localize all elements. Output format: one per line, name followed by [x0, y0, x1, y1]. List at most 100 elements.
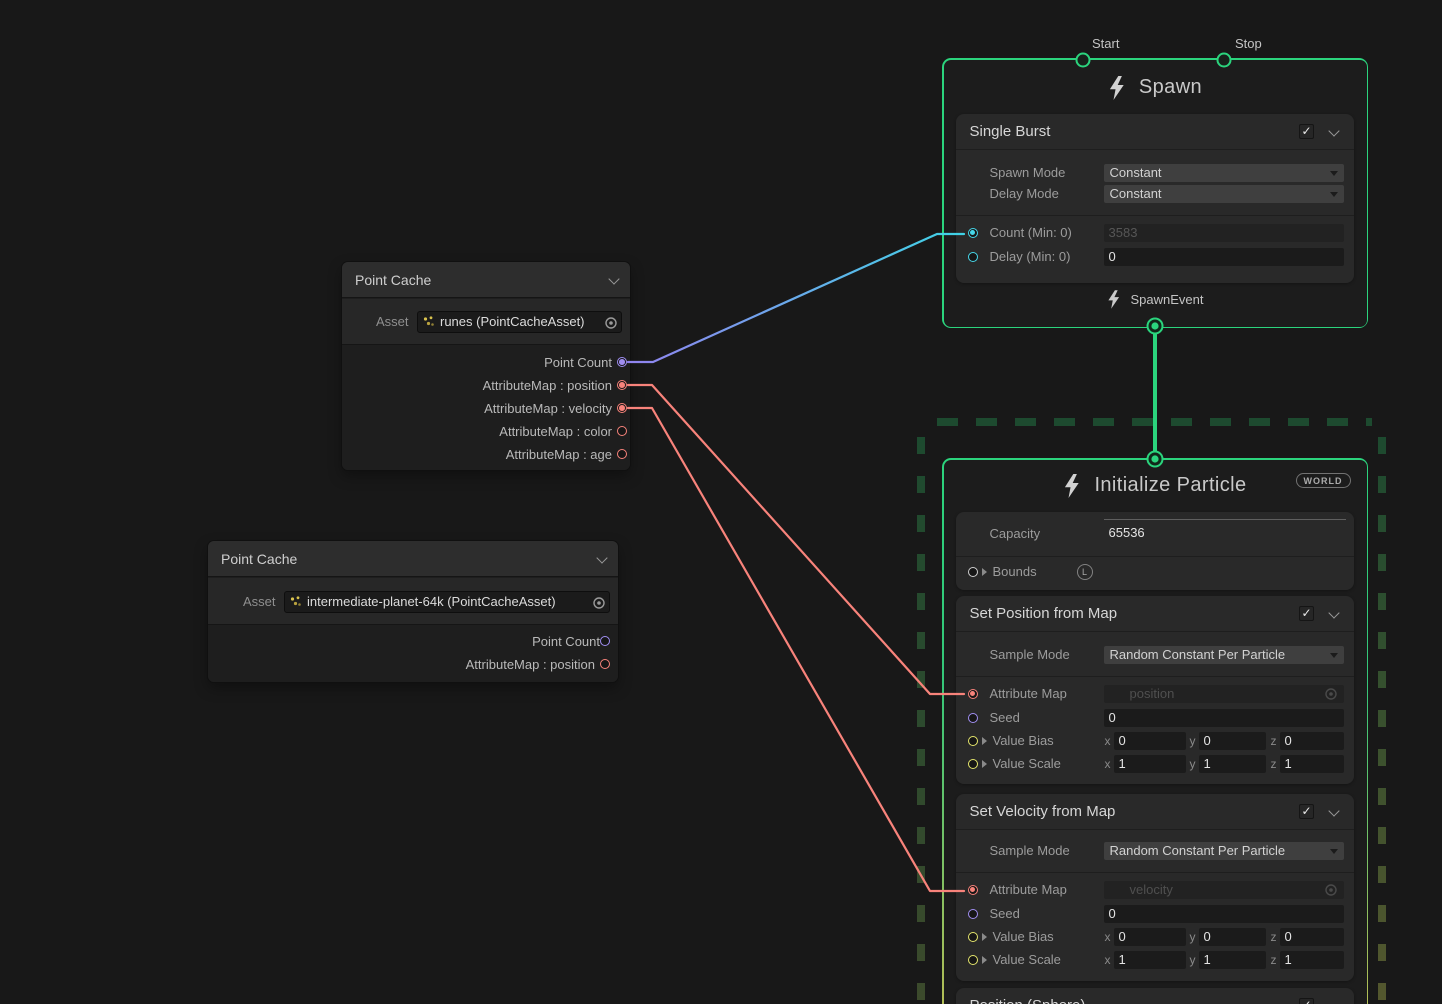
port-attribute-map-input[interactable]: [968, 885, 978, 895]
port-value-scale-input[interactable]: [968, 955, 978, 965]
edge-point-count-to-count[interactable]: [628, 234, 964, 362]
value-scale-expander-icon[interactable]: [982, 956, 987, 964]
event-lightning-icon: [1063, 474, 1080, 498]
block-enabled-checkbox[interactable]: [1299, 998, 1314, 1004]
edge-velocity-to-attribute-map[interactable]: [628, 408, 964, 891]
point-cache-runes-header[interactable]: Point Cache: [342, 262, 630, 298]
value-scale-y-field[interactable]: 1: [1199, 755, 1266, 773]
seed-label: Seed: [990, 905, 1020, 923]
port-attribute-map-input[interactable]: [968, 689, 978, 699]
block-collapse-chevron-icon[interactable]: [1328, 999, 1339, 1004]
initialize-particle-context-node[interactable]: Initialize Particle WORLD Capacity 65536…: [942, 458, 1368, 1004]
port-attributemap-velocity[interactable]: [617, 403, 627, 413]
value-bias-z-field[interactable]: 0: [1280, 928, 1344, 946]
value-bias-z-field[interactable]: 0: [1280, 732, 1344, 750]
block-title: Set Velocity from Map: [970, 794, 1116, 830]
port-attributemap-color[interactable]: [617, 426, 627, 436]
position-sphere-block[interactable]: Position (Sphere): [956, 988, 1354, 1004]
value-scale-y-field[interactable]: 1: [1199, 951, 1266, 969]
block-enabled-checkbox[interactable]: [1299, 804, 1314, 819]
value-bias-expander-icon[interactable]: [982, 933, 987, 941]
value-bias-y-field[interactable]: 0: [1199, 928, 1266, 946]
port-count-input[interactable]: [968, 228, 978, 238]
value-scale-x-field[interactable]: 1: [1114, 951, 1186, 969]
port-value-scale-input[interactable]: [968, 759, 978, 769]
count-field[interactable]: 3583: [1104, 224, 1344, 242]
output-row: AttributeMap : age: [342, 443, 630, 466]
port-attributemap-position[interactable]: [600, 659, 610, 669]
point-cache-planet-header[interactable]: Point Cache: [208, 541, 618, 577]
seed-field[interactable]: 0: [1104, 709, 1344, 727]
set-position-from-map-block[interactable]: Set Position from Map Sample Mode Random…: [956, 596, 1354, 784]
value-bias-label: Value Bias: [993, 732, 1054, 750]
single-burst-block[interactable]: Single Burst Spawn Mode Constant Delay M…: [956, 114, 1354, 283]
block-header[interactable]: Position (Sphere): [956, 988, 1354, 1004]
value-bias-x-field[interactable]: 0: [1114, 732, 1186, 750]
block-collapse-chevron-icon[interactable]: [1328, 805, 1339, 816]
block-header[interactable]: Set Position from Map: [956, 596, 1354, 632]
single-burst-header[interactable]: Single Burst: [956, 114, 1354, 150]
port-attributemap-age[interactable]: [617, 449, 627, 459]
capacity-field[interactable]: 65536: [1104, 524, 1346, 542]
block-collapse-chevron-icon[interactable]: [1328, 607, 1339, 618]
value-scale-label: Value Scale: [993, 951, 1061, 969]
value-bias-expander-icon[interactable]: [982, 737, 987, 745]
port-attributemap-position[interactable]: [617, 380, 627, 390]
output-row: Point Count: [208, 630, 618, 653]
point-cache-planet-node[interactable]: Point Cache Asset intermediate-planet-64…: [208, 541, 618, 682]
sample-mode-dropdown[interactable]: Random Constant Per Particle: [1104, 646, 1344, 664]
block-enabled-checkbox[interactable]: [1299, 124, 1314, 139]
block-title: Position (Sphere): [970, 988, 1086, 1004]
value-bias-y-field[interactable]: 0: [1199, 732, 1266, 750]
value-scale-label: Value Scale: [993, 755, 1061, 773]
flow-anchor-start-label: Start: [1092, 36, 1119, 51]
asset-object-field[interactable]: intermediate-planet-64k (PointCacheAsset…: [284, 591, 610, 613]
bounds-space-badge[interactable]: L: [1077, 564, 1093, 580]
value-scale-expander-icon[interactable]: [982, 760, 987, 768]
port-point-count[interactable]: [617, 357, 627, 367]
collapse-chevron-icon[interactable]: [596, 552, 607, 563]
space-badge-world[interactable]: WORLD: [1296, 473, 1351, 488]
seed-field[interactable]: 0: [1104, 905, 1344, 923]
object-picker-icon[interactable]: [592, 596, 606, 610]
delay-mode-dropdown[interactable]: Constant: [1104, 185, 1344, 203]
spawn-event-row: SpawnEvent: [944, 288, 1367, 312]
asset-value: runes (PointCacheAsset): [440, 312, 585, 332]
spawn-context-node[interactable]: Spawn Single Burst Spawn Mode Constant D…: [942, 58, 1368, 328]
port-bounds-input[interactable]: [968, 567, 978, 577]
block-title: Single Burst: [970, 114, 1051, 150]
block-enabled-checkbox[interactable]: [1299, 606, 1314, 621]
value-scale-z-field[interactable]: 1: [1280, 951, 1344, 969]
set-velocity-from-map-block[interactable]: Set Velocity from Map Sample Mode Random…: [956, 794, 1354, 981]
port-value-bias-input[interactable]: [968, 932, 978, 942]
block-header[interactable]: Set Velocity from Map: [956, 794, 1354, 830]
port-seed-input[interactable]: [968, 909, 978, 919]
block-title: Set Position from Map: [970, 596, 1118, 632]
asset-object-field[interactable]: runes (PointCacheAsset): [417, 311, 622, 333]
block-collapse-chevron-icon[interactable]: [1328, 125, 1339, 136]
event-lightning-icon: [1108, 76, 1125, 100]
sample-mode-dropdown[interactable]: Random Constant Per Particle: [1104, 842, 1344, 860]
axis-z-label: z: [1271, 732, 1277, 750]
axis-z-label: z: [1271, 928, 1277, 946]
port-seed-input[interactable]: [968, 713, 978, 723]
delay-field[interactable]: 0: [1104, 248, 1344, 266]
attribute-map-field[interactable]: position: [1104, 685, 1344, 703]
axis-z-label: z: [1271, 951, 1277, 969]
edge-position-to-attribute-map[interactable]: [628, 385, 964, 694]
port-value-bias-input[interactable]: [968, 736, 978, 746]
value-bias-x-field[interactable]: 0: [1114, 928, 1186, 946]
object-picker-icon[interactable]: [604, 316, 618, 330]
object-picker-icon-dim[interactable]: [1324, 883, 1338, 897]
collapse-chevron-icon[interactable]: [608, 273, 619, 284]
value-scale-z-field[interactable]: 1: [1280, 755, 1344, 773]
port-point-count[interactable]: [600, 636, 610, 646]
object-picker-icon-dim[interactable]: [1324, 687, 1338, 701]
port-delay-input[interactable]: [968, 252, 978, 262]
asset-label: Asset: [243, 591, 276, 613]
point-cache-runes-node[interactable]: Point Cache Asset runes (PointCacheAsset…: [342, 262, 630, 470]
attribute-map-field[interactable]: velocity: [1104, 881, 1344, 899]
bounds-expander-icon[interactable]: [982, 568, 987, 576]
spawn-mode-dropdown[interactable]: Constant: [1104, 164, 1344, 182]
value-scale-x-field[interactable]: 1: [1114, 755, 1186, 773]
